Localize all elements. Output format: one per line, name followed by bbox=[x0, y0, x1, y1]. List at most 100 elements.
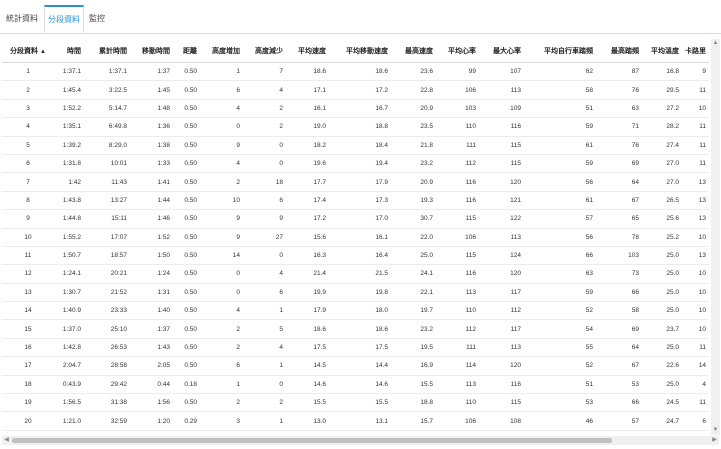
table-row[interactable]: 7 1:42 11:43 1:41 0.50 2 18 17.7 17.9 20.9 116 120 5… bbox=[2, 172, 709, 192]
column-header[interactable]: 距離 bbox=[173, 39, 200, 63]
table-cell: 14 bbox=[682, 356, 709, 376]
table-row[interactable]: 11 1:50.7 18:57 1:50 0.50 14 0 16.3 16.4 25.0 115 1… bbox=[2, 246, 709, 266]
table-cell: 0.50 bbox=[173, 80, 200, 100]
scroll-up-icon[interactable]: ▲ bbox=[711, 39, 720, 48]
table-cell: 115 bbox=[479, 136, 524, 155]
table-row[interactable]: 12 1:24.1 20:21 1:24 0.50 0 4 21.4 21.5 24.1 116 12… bbox=[2, 264, 709, 284]
column-header[interactable]: 平均溫度 bbox=[642, 39, 682, 63]
scroll-left-icon[interactable]: ◀ bbox=[2, 436, 11, 445]
table-row[interactable]: 16 1:42.8 26:53 1:43 0.50 2 4 17.5 17.5 19.5 111 11… bbox=[2, 338, 709, 358]
table-row[interactable]: 8 1:43.8 13:27 1:44 0.50 10 6 17.4 17.3 19.3 116 12… bbox=[2, 191, 709, 211]
table-cell: 0 bbox=[200, 264, 243, 284]
table-row[interactable]: 5 1:39.2 8:29.0 1:38 0.50 9 0 18.2 18.4 21.8 111 11… bbox=[2, 136, 709, 155]
table-cell: 1:46 bbox=[130, 209, 173, 229]
table-row[interactable]: 15 1:37.0 25:10 1:37 0.50 2 5 18.6 18.6 23.2 112 11… bbox=[2, 319, 709, 339]
table-cell: 9 bbox=[2, 209, 54, 229]
table-cell: 19.9 bbox=[286, 283, 329, 303]
table-row[interactable]: 2 1:45.4 3:22.5 1:45 0.50 6 4 17.1 17.2 22.8 106 11… bbox=[2, 80, 709, 100]
table-cell: 8 bbox=[2, 191, 54, 211]
column-header-label: 最大心率 bbox=[493, 47, 521, 55]
table-row[interactable]: 17 2:04.7 28:58 2:05 0.50 6 1 14.5 14.4 16.9 114 12… bbox=[2, 356, 709, 376]
table-cell: 64 bbox=[596, 338, 642, 358]
table-cell: 1:44 bbox=[130, 191, 173, 211]
table-cell: 51 bbox=[524, 375, 596, 395]
table-cell: 27.2 bbox=[642, 99, 682, 119]
table-cell: 0.50 bbox=[173, 117, 200, 137]
column-header[interactable]: 累計時間 bbox=[84, 39, 130, 63]
table-cell: 16.8 bbox=[642, 62, 682, 82]
table-cell: 2 bbox=[243, 117, 286, 137]
column-header[interactable]: 高度增加 bbox=[200, 39, 243, 63]
table-cell: 110 bbox=[436, 301, 479, 321]
table-cell: 19.4 bbox=[329, 154, 391, 174]
column-header-label: 高度減少 bbox=[255, 47, 283, 55]
table-row[interactable]: 3 1:52.2 5:14.7 1:48 0.50 4 2 16.1 16.7 20.9 103 10… bbox=[2, 99, 709, 119]
summary-cell: 32:59 bbox=[54, 429, 84, 432]
column-header[interactable]: 平均心率 bbox=[436, 39, 479, 63]
column-header[interactable]: 平均移動速度 bbox=[329, 39, 391, 63]
column-header[interactable]: 最高速度 bbox=[391, 39, 436, 63]
summary-cell: 32:59 bbox=[84, 429, 130, 432]
table-cell: 19 bbox=[2, 393, 54, 413]
summary-cell: 26.2 bbox=[642, 429, 682, 432]
column-header[interactable]: 最大心率 bbox=[479, 39, 524, 63]
table-cell: 5 bbox=[243, 319, 286, 339]
table-row[interactable]: 9 1:44.8 15:11 1:46 0.50 9 9 17.2 17.0 30.7 115 122… bbox=[2, 209, 709, 229]
table-row[interactable]: 18 0:43.9 29:42 0:44 0.18 1 0 14.6 14.6 15.5 113 11… bbox=[2, 375, 709, 395]
tab-monitor[interactable]: 監控 bbox=[86, 6, 108, 32]
sort-ascending-icon[interactable]: ▲ bbox=[40, 49, 46, 55]
column-header[interactable]: 平均速度 bbox=[286, 39, 329, 63]
table-cell: 0.50 bbox=[173, 62, 200, 82]
table-cell: 31:38 bbox=[84, 393, 130, 413]
scroll-right-icon[interactable]: ▶ bbox=[710, 436, 719, 445]
tab-statistics[interactable]: 統計資料 bbox=[4, 6, 40, 32]
column-header[interactable]: 時間 bbox=[54, 39, 84, 63]
table-row[interactable]: 14 1:40.9 23:33 1:40 0.50 4 1 17.9 18.0 19.7 110 11… bbox=[2, 301, 709, 321]
column-header-label: 平均自行車踏頻 bbox=[544, 47, 593, 55]
column-header[interactable]: 平均自行車踏頻 bbox=[524, 39, 596, 63]
table-cell: 1:31.8 bbox=[54, 154, 84, 174]
table-cell: 9 bbox=[200, 136, 243, 155]
table-row[interactable]: 20 1:21.0 32:59 1:20 0.29 3 1 13.0 13.1 15.7 106 10… bbox=[2, 411, 709, 431]
scroll-down-icon[interactable]: ▼ bbox=[711, 426, 720, 435]
table-cell: 18.6 bbox=[286, 62, 329, 82]
table-cell: 1:48 bbox=[130, 99, 173, 119]
table-cell: 32:59 bbox=[84, 411, 130, 431]
table-cell: 1:20 bbox=[130, 411, 173, 431]
table-cell: 0.50 bbox=[173, 209, 200, 229]
horizontal-scrollbar[interactable]: ◀ ▶ bbox=[2, 436, 719, 445]
tab-laps[interactable]: 分段資料 bbox=[44, 5, 84, 33]
table-cell: 4 bbox=[200, 99, 243, 119]
table-cell: 1 bbox=[200, 375, 243, 395]
table-row[interactable]: 1 1:37.1 1:37.1 1:37 0.50 1 7 18.6 18.6 23.6 99 107… bbox=[2, 62, 709, 82]
table-cell: 25.0 bbox=[391, 246, 436, 266]
column-header[interactable]: 移動時間 bbox=[130, 39, 173, 63]
table-cell: 1 bbox=[2, 62, 54, 82]
table-cell: 1:35.1 bbox=[54, 117, 84, 137]
table-row[interactable]: 4 1:35.1 6:49.8 1:36 0.50 0 2 19.0 18.8 23.5 110 11… bbox=[2, 117, 709, 137]
column-header[interactable]: 分段資料 ▲ bbox=[2, 39, 54, 63]
column-header[interactable]: 卡路里 bbox=[682, 39, 709, 63]
table-cell: 113 bbox=[479, 80, 524, 100]
table-cell: 4 bbox=[200, 154, 243, 174]
table-cell: 15 bbox=[2, 319, 54, 339]
table-cell: 2 bbox=[200, 172, 243, 192]
table-cell: 4 bbox=[243, 264, 286, 284]
column-header[interactable]: 高度減少 bbox=[243, 39, 286, 63]
table-cell: 54 bbox=[524, 319, 596, 339]
summary-cell: 88 bbox=[200, 429, 243, 432]
column-header[interactable]: 最高踏頻 bbox=[596, 39, 642, 63]
table-cell: 1:36 bbox=[130, 117, 173, 137]
table-row[interactable]: 13 1:30.7 21:52 1:31 0.50 0 6 19.9 19.8 22.1 113 11… bbox=[2, 283, 709, 303]
table-row[interactable]: 6 1:31.8 10:01 1:33 0.50 4 0 19.6 19.4 23.2 112 115… bbox=[2, 154, 709, 174]
scrollbar-thumb[interactable] bbox=[12, 438, 612, 443]
table-row[interactable]: 10 1:55.2 17:07 1:52 0.50 9 27 15.6 16.1 22.0 106 1… bbox=[2, 228, 709, 247]
column-header-label: 移動時間 bbox=[142, 47, 170, 55]
column-header-label: 平均移動速度 bbox=[346, 47, 388, 55]
table-row[interactable]: 19 1:56.5 31:38 1:56 0.50 2 2 15.5 15.5 18.8 110 11… bbox=[2, 393, 709, 413]
summary-cell: 30.7 bbox=[391, 429, 436, 432]
table-cell: 69 bbox=[596, 319, 642, 339]
vertical-scrollbar[interactable]: ▲ ▼ bbox=[711, 39, 720, 435]
table-cell: 25.2 bbox=[642, 228, 682, 247]
table-cell: 99 bbox=[436, 62, 479, 82]
